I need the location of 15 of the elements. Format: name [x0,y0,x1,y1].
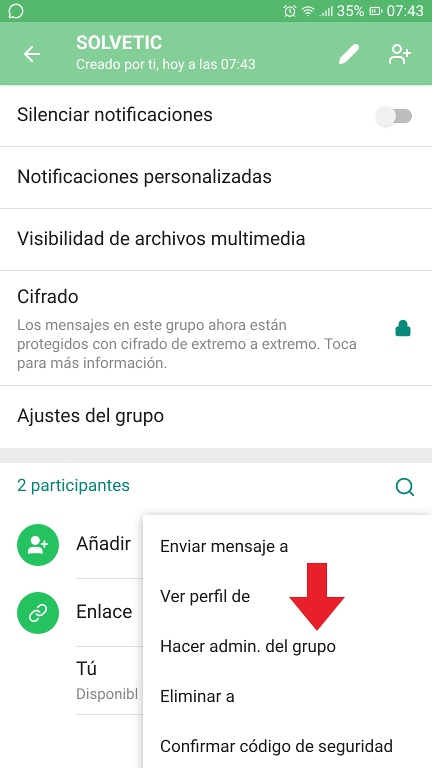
setting-label: Visibilidad de archivos multimedia [17,226,307,252]
clock: 07:43 [386,0,424,22]
setting-description: Los mensajes en este grupo ahora están protegidos con cifrado de extremo a extremo. Toca para más información. [17,316,358,372]
setting-label: Cifrado [17,284,80,310]
group-subtitle: Creado por ti, hoy a las 07:43 [76,56,256,75]
setting-label: Ajustes del grupo [17,403,166,430]
battery-level: 35% [336,0,365,22]
participants-header: 2 participantes [17,474,130,498]
group-title: SOLVETIC [76,31,164,55]
participant-name: Enlace [76,598,132,625]
participant-name: Añadir [76,530,131,557]
participant-status: Disponibl [76,684,138,705]
setting-label: Notificaciones personalizadas [17,164,274,190]
participant-name: Tú [76,656,97,682]
setting-label: Silenciar notificaciones [17,102,214,128]
